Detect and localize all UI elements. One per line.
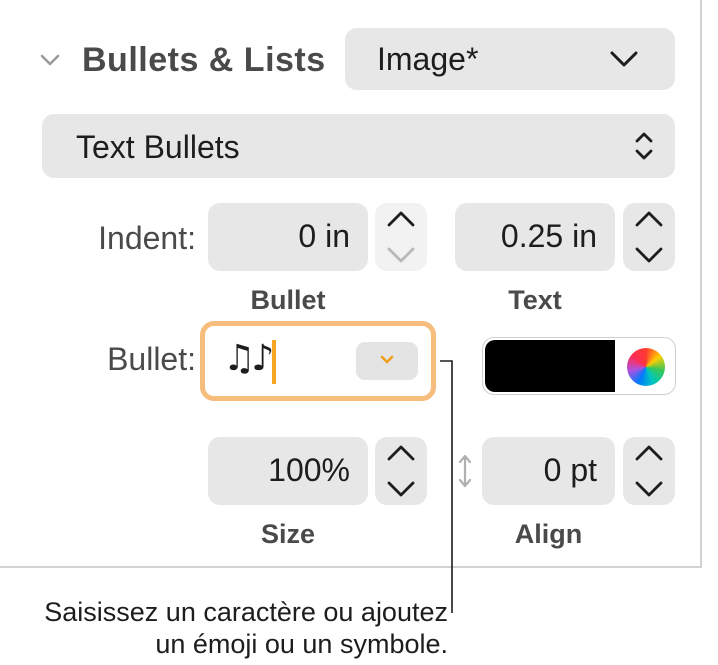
bullet-color-well[interactable] xyxy=(482,337,676,395)
section-title: Bullets & Lists xyxy=(82,41,326,79)
bullet-align-caption: Align xyxy=(514,519,583,549)
color-wheel-icon[interactable] xyxy=(627,348,665,386)
bullet-align-stepper[interactable] xyxy=(623,437,675,505)
stepper-arrows-icon xyxy=(635,445,663,497)
bullet-size-stepper[interactable] xyxy=(375,437,427,505)
bullet-type-popup[interactable]: Text Bullets xyxy=(42,114,675,178)
bullet-type-value: Text Bullets xyxy=(76,129,240,165)
stepper-arrows-icon xyxy=(635,211,663,263)
bullet-indent-value: 0 in xyxy=(298,218,350,254)
bullet-indent-caption: Bullet xyxy=(250,285,326,315)
chevron-down-icon xyxy=(380,355,394,364)
text-indent-caption: Text xyxy=(508,285,562,315)
text-indent-field[interactable]: 0.25 in xyxy=(455,203,615,271)
bullet-character-value: ♫♪ xyxy=(223,338,274,379)
up-down-chevron-icon xyxy=(635,132,653,160)
stepper-arrows-icon xyxy=(387,211,415,263)
bullet-indent-field[interactable]: 0 in xyxy=(208,203,368,271)
bullet-align-value: 0 pt xyxy=(543,452,597,488)
text-indent-stepper[interactable] xyxy=(623,203,675,271)
callout-line-1: Saisissez un caractère ou ajoutez xyxy=(44,597,448,627)
bullet-size-value: 100% xyxy=(268,452,350,488)
bullet-size-field[interactable]: 100% xyxy=(208,437,368,505)
bullet-align-field[interactable]: 0 pt xyxy=(482,437,615,505)
color-swatch[interactable] xyxy=(485,340,615,392)
chevron-down-icon xyxy=(610,51,638,67)
list-style-preset-popup[interactable]: Image* xyxy=(345,28,675,90)
vertical-offset-icon xyxy=(458,454,472,488)
bullet-size-caption: Size xyxy=(260,519,316,549)
stepper-arrows-icon xyxy=(387,445,415,497)
text-caret xyxy=(272,340,276,384)
bullet-label: Bullet: xyxy=(107,341,196,377)
indent-label: Indent: xyxy=(98,220,196,256)
list-style-preset-value: Image* xyxy=(377,41,479,77)
callout-line-2: un émoji ou un symbole. xyxy=(155,629,448,659)
emoji-symbol-picker-button[interactable] xyxy=(356,342,418,380)
text-indent-value: 0.25 in xyxy=(500,218,597,254)
collapse-chevron-icon[interactable] xyxy=(38,48,62,72)
bullet-indent-stepper[interactable] xyxy=(375,203,427,271)
callout-leader-line xyxy=(440,360,453,613)
callout-text: Saisissez un caractère ou ajoutez un émo… xyxy=(8,596,448,660)
